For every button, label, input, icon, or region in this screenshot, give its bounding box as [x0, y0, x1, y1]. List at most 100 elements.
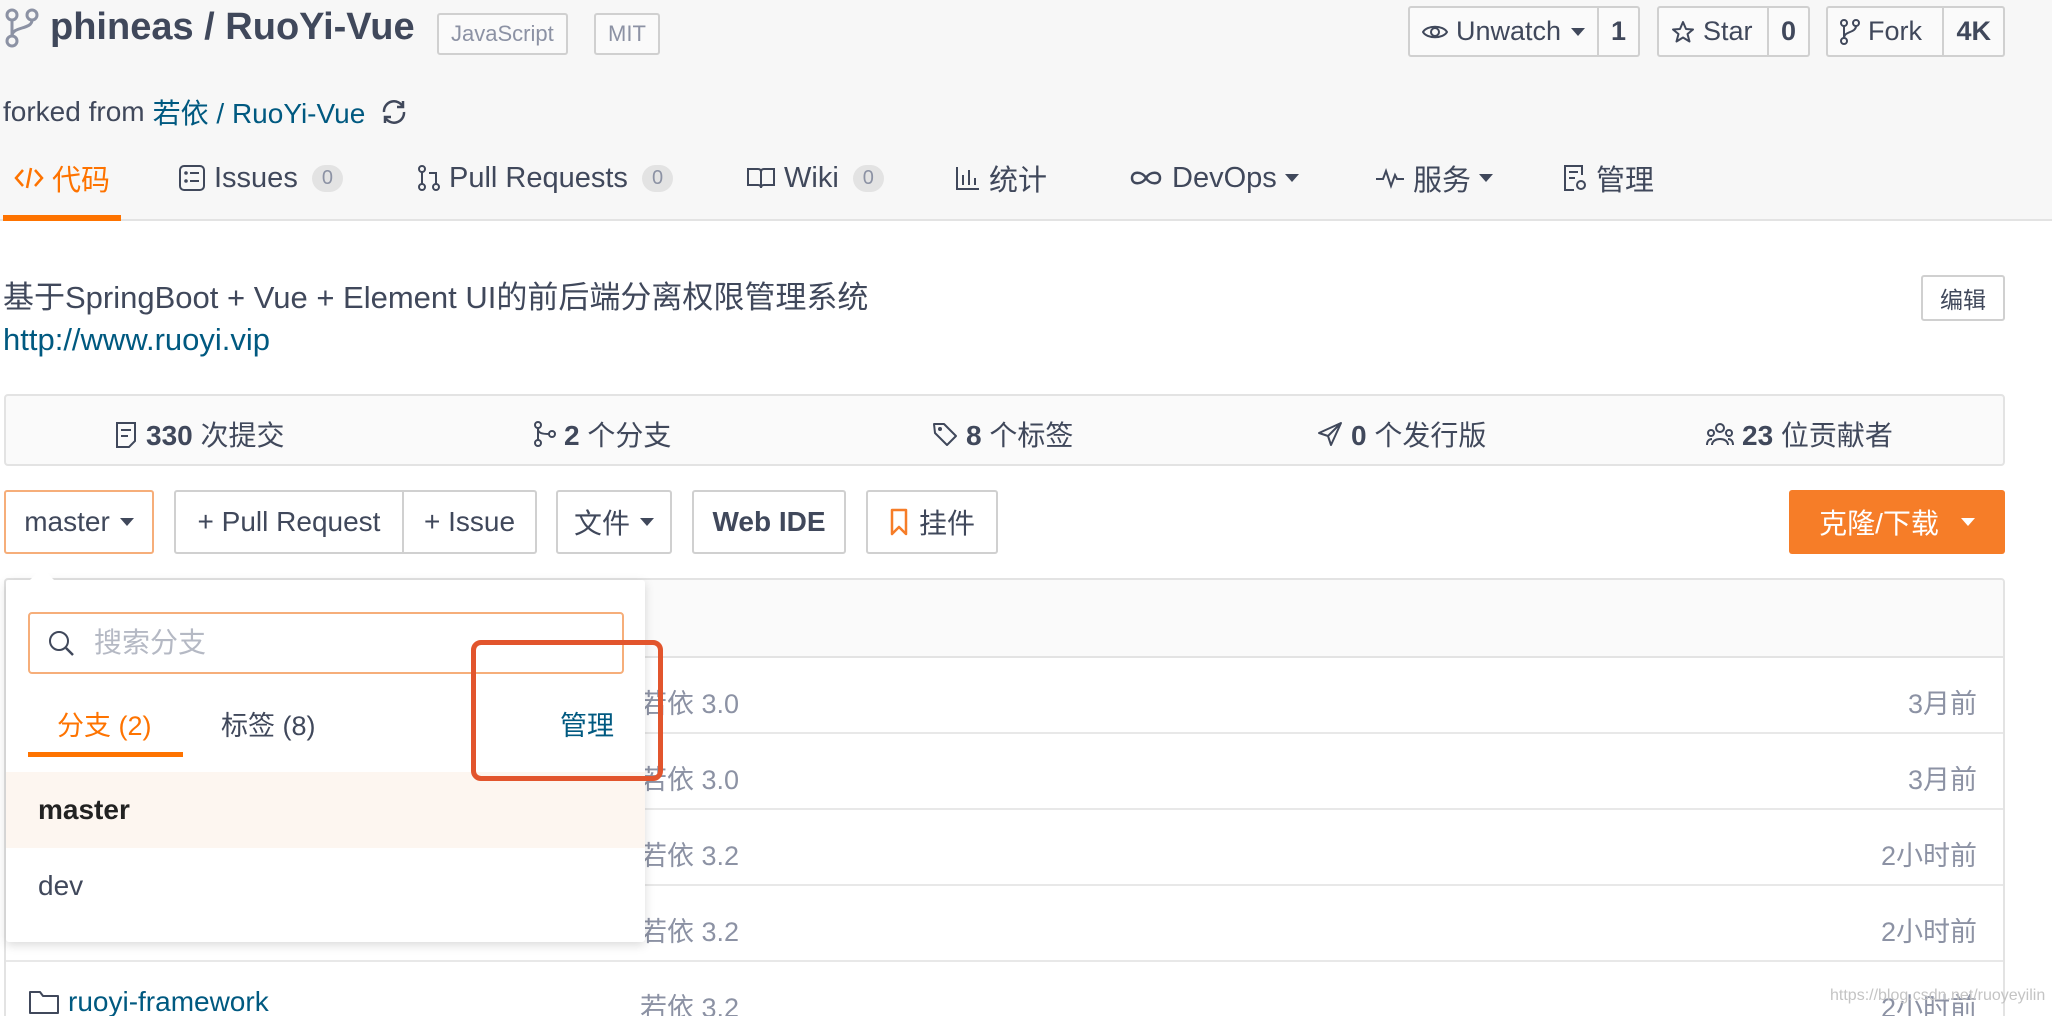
folder-icon	[28, 989, 60, 1015]
stat-tags[interactable]: 8 个标签	[932, 414, 1073, 454]
tag-icon	[932, 421, 958, 447]
tab-manage-label: 管理	[1596, 165, 1655, 197]
license-tag[interactable]: MIT	[594, 13, 660, 55]
branches-label: 个分支	[579, 420, 672, 451]
widget-button[interactable]: 挂件	[866, 490, 998, 554]
tab-manage[interactable]: 管理	[1562, 158, 1654, 198]
branch-item-master[interactable]: master	[6, 772, 645, 848]
tab-code-label: 代码	[52, 165, 111, 197]
tab-code[interactable]: 代码	[14, 158, 110, 198]
language-tag[interactable]: JavaScript	[437, 13, 568, 55]
new-issue-button[interactable]: + Issue	[402, 490, 537, 554]
chevron-down-icon	[119, 518, 134, 526]
tab-issues[interactable]: Issues 0	[178, 158, 343, 198]
tab-devops[interactable]: DevOps	[1128, 158, 1299, 198]
star-button[interactable]: Star	[1659, 8, 1767, 55]
infinity-icon	[1128, 168, 1164, 188]
chevron-down-icon	[1284, 174, 1299, 182]
repo-description: 基于SpringBoot + Vue + Element UI的前后端分离权限管…	[3, 280, 869, 315]
fork-label: Fork	[1868, 16, 1922, 46]
watch-label: Unwatch	[1456, 16, 1562, 46]
fork-button[interactable]: Fork	[1828, 8, 1942, 55]
code-icon	[14, 165, 44, 191]
repo-homepage-link[interactable]: http://www.ruoyi.vip	[3, 322, 270, 358]
tab-wiki-label: Wiki	[784, 161, 839, 194]
issues-icon	[178, 164, 206, 192]
issues-count-badge: 0	[311, 164, 343, 192]
forked-source-link[interactable]: 若依 / RuoYi-Vue	[153, 92, 366, 132]
sync-icon[interactable]	[379, 97, 409, 127]
files-menu-button[interactable]: 文件	[556, 490, 672, 554]
star-button-group: Star 0	[1657, 6, 1810, 57]
forked-from: forked from 若依 / RuoYi-Vue	[3, 92, 409, 132]
file-name[interactable]: ruoyi-framework	[68, 986, 269, 1016]
file-name-cell[interactable]: ruoyi-framework	[28, 986, 269, 1016]
commit-time: 3月前	[1907, 765, 1977, 795]
contributors-label: 位贡献者	[1773, 420, 1893, 451]
branch-select-button[interactable]: master	[4, 490, 154, 554]
clone-label: 克隆/下载	[1819, 508, 1939, 539]
table-row[interactable]: ruoyi-framework 若依 3.2 2小时前	[6, 962, 2003, 1016]
clone-download-button[interactable]: 克隆/下载	[1789, 490, 2005, 554]
bar-chart-icon	[955, 165, 981, 191]
commits-label: 次提交	[192, 420, 285, 451]
stat-releases[interactable]: 0 个发行版	[1317, 414, 1486, 454]
eye-icon	[1422, 22, 1448, 42]
chevron-down-icon	[640, 518, 654, 526]
commit-time: 3月前	[1907, 689, 1977, 719]
contributors-icon	[1706, 421, 1734, 447]
stat-commits[interactable]: 330 次提交	[114, 414, 285, 454]
branch-item-dev[interactable]: dev	[6, 848, 645, 924]
fork-icon	[1840, 18, 1860, 45]
tab-statistics[interactable]: 统计	[955, 158, 1047, 198]
commit-time: 2小时前	[1880, 917, 1977, 947]
pull-requests-count-badge: 0	[641, 164, 674, 192]
stat-branches[interactable]: 2 个分支	[534, 414, 671, 454]
edit-button[interactable]: 编辑	[1921, 275, 2005, 321]
fork-button-group: Fork 4K	[1826, 6, 2005, 57]
star-count[interactable]: 0	[1766, 8, 1808, 55]
tab-pull-requests-label: Pull Requests	[449, 161, 628, 194]
branch-icon	[534, 421, 556, 447]
commit-message[interactable]: 若依 3.2	[640, 910, 739, 949]
book-icon	[746, 166, 776, 190]
tags-label: 个标签	[981, 420, 1074, 451]
contributors-count: 23	[1742, 420, 1774, 451]
chevron-down-icon	[1960, 518, 1975, 526]
chevron-down-icon	[1479, 174, 1494, 182]
repo-owner[interactable]: phineas	[50, 6, 194, 48]
files-menu-label: 文件	[573, 508, 630, 539]
fork-count[interactable]: 4K	[1942, 8, 2003, 55]
wiki-count-badge: 0	[852, 164, 884, 192]
releases-label: 个发行版	[1366, 420, 1487, 451]
tab-service-label: 服务	[1413, 165, 1472, 197]
web-ide-button[interactable]: Web IDE	[692, 490, 846, 554]
repo-separator: /	[193, 6, 226, 48]
watch-button[interactable]: Unwatch	[1410, 8, 1597, 55]
commit-message[interactable]: 若依 3.2	[640, 986, 739, 1016]
star-icon	[1671, 20, 1695, 44]
bookmark-icon	[889, 508, 909, 536]
fork-repo-icon	[4, 8, 40, 48]
tab-branches[interactable]: 分支 (2)	[57, 704, 152, 743]
tab-devops-label: DevOps	[1172, 161, 1277, 194]
commit-icon	[114, 420, 138, 448]
repo-name[interactable]: RuoYi-Vue	[225, 6, 414, 48]
pulse-icon	[1375, 166, 1405, 190]
watch-button-group: Unwatch 1	[1408, 6, 1640, 57]
commit-message[interactable]: 若依 3.2	[640, 834, 739, 873]
commit-time: 2小时前	[1880, 841, 1977, 871]
new-pull-request-button[interactable]: + Pull Request	[174, 490, 404, 554]
stat-contributors[interactable]: 23 位贡献者	[1706, 414, 1893, 454]
repo-stats-bar: 330 次提交 2 个分支 8 个标签 0 个发行版 23 位贡献者	[4, 394, 2005, 466]
tab-tags[interactable]: 标签 (8)	[221, 704, 316, 743]
tab-service[interactable]: 服务	[1375, 158, 1494, 198]
watch-count[interactable]: 1	[1597, 8, 1638, 55]
tab-pull-requests[interactable]: Pull Requests 0	[417, 158, 674, 198]
branch-select-label: master	[24, 506, 110, 537]
repo-title: phineas / RuoYi-Vue	[50, 6, 415, 49]
settings-doc-icon	[1562, 163, 1588, 193]
widget-label: 挂件	[918, 508, 975, 539]
tab-wiki[interactable]: Wiki 0	[746, 158, 884, 198]
tab-statistics-label: 统计	[989, 165, 1048, 197]
